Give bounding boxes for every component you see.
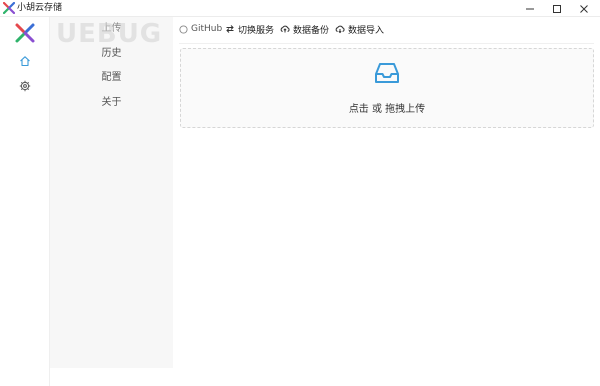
inbox-icon	[375, 63, 399, 83]
title-bar: 小胡云存储	[0, 0, 600, 17]
close-icon	[579, 4, 588, 13]
upload-hint-text: 点击 或 拖拽上传	[348, 104, 426, 115]
close-button[interactable]	[570, 0, 597, 17]
cloud-upload-icon	[280, 25, 290, 33]
switch-service-button[interactable]: 切换服务	[225, 22, 274, 36]
upload-dropzone[interactable]: 点击 或 拖拽上传	[180, 48, 594, 128]
switch-service-label: 切换服务	[238, 25, 275, 36]
github-button[interactable]: GitHub	[179, 22, 222, 36]
menu-item-upload[interactable]: 上传	[50, 19, 173, 39]
toolbar-divider	[179, 43, 594, 44]
maximize-icon	[552, 4, 561, 13]
x-logo-icon	[15, 23, 35, 43]
cloud-download-icon	[335, 25, 345, 34]
home-icon	[20, 56, 30, 67]
github-label: GitHub	[191, 24, 223, 34]
icon-rail	[0, 17, 50, 386]
maximize-button[interactable]	[543, 0, 570, 17]
rail-settings-button[interactable]	[15, 76, 35, 96]
minimize-icon	[525, 8, 534, 9]
window-title: 小胡云存储	[17, 3, 63, 13]
bottom-edge	[50, 368, 600, 369]
data-backup-label: 数据备份	[293, 25, 330, 36]
switch-icon	[226, 25, 234, 33]
menu-item-history[interactable]: 历史	[50, 44, 173, 64]
minimize-button[interactable]	[516, 0, 543, 17]
github-icon	[179, 24, 188, 34]
menu-item-settings[interactable]: 配置	[50, 68, 173, 88]
data-import-button[interactable]: 数据导入	[335, 22, 384, 36]
data-backup-button[interactable]: 数据备份	[280, 22, 329, 36]
side-menu: 上传 历史 配置 关于	[50, 17, 173, 368]
menu-item-about[interactable]: 关于	[50, 93, 173, 113]
toolbar: GitHub 切换服务 数据备份 数据导入	[173, 17, 600, 44]
data-import-label: 数据导入	[348, 25, 385, 36]
app-logo-icon	[3, 2, 15, 14]
rail-home-button[interactable]	[15, 51, 35, 71]
gear-icon	[19, 80, 31, 92]
